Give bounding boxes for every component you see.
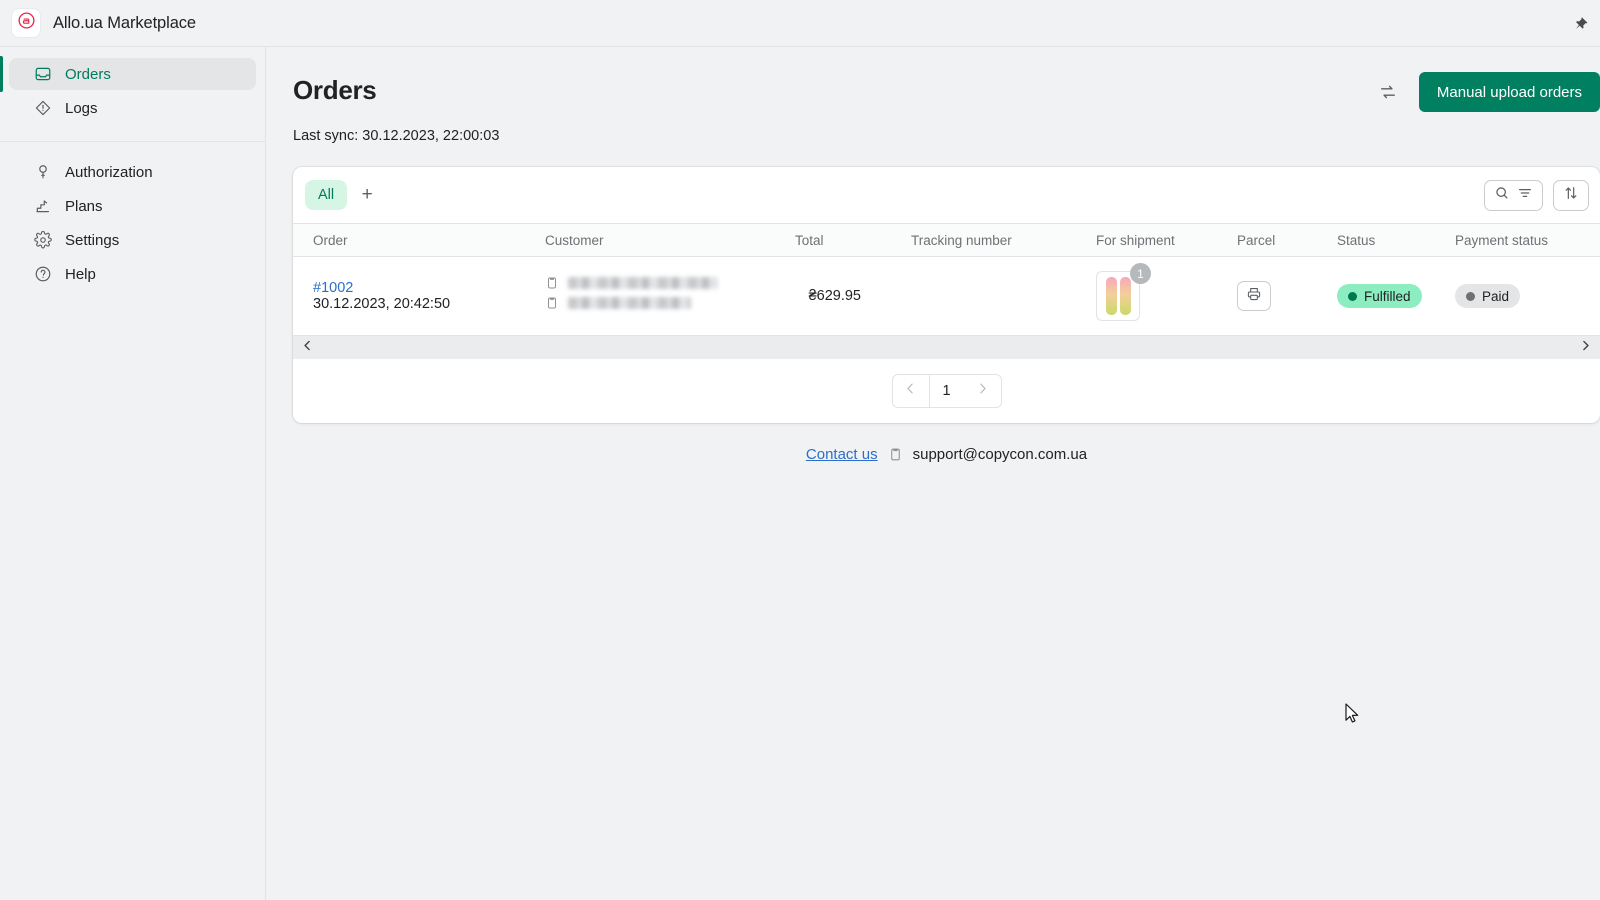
- page-title: Orders: [293, 75, 377, 105]
- cell-order: #1002 30.12.2023, 20:42:50: [293, 257, 537, 336]
- cell-total: ₴629.95: [787, 257, 869, 336]
- sort-arrows-icon: [1563, 185, 1579, 206]
- column-header-parcel: Parcel: [1227, 223, 1327, 257]
- inbox-icon: [33, 64, 53, 84]
- main-content: Orders Manual upload orders Last sync: 3…: [266, 47, 1600, 900]
- customer-contact-redacted: [568, 297, 691, 309]
- pagination-prev-button[interactable]: [891, 374, 930, 408]
- column-header-order: Order: [293, 223, 537, 257]
- order-date: 30.12.2023, 20:42:50: [313, 296, 451, 312]
- printer-icon: [1246, 286, 1262, 306]
- pushpin-icon[interactable]: [1570, 13, 1590, 33]
- orders-card: All + Order Customer Total Tracking numb…: [293, 167, 1600, 423]
- column-header-status: Status: [1327, 223, 1445, 257]
- cell-tracking-number: [869, 257, 1069, 336]
- column-header-for-shipment: For shipment: [1069, 223, 1227, 257]
- copy-clipboard-icon[interactable]: [888, 447, 903, 462]
- column-header-customer: Customer: [537, 223, 787, 257]
- pagination-next-button[interactable]: [963, 374, 1002, 408]
- stairs-chart-icon: [33, 196, 53, 216]
- column-header-tracking: Tracking number: [869, 223, 1069, 257]
- sync-arrows-icon[interactable]: [1375, 79, 1401, 105]
- last-sync-label: Last sync: 30.12.2023, 22:00:03: [293, 128, 500, 144]
- sidebar-item-label: Authorization: [65, 163, 153, 181]
- customer-contact-row: [545, 296, 779, 310]
- cell-for-shipment: 1: [1069, 257, 1227, 336]
- table-row[interactable]: #1002 30.12.2023, 20:42:50 ₴629.95 1 Ful…: [293, 257, 1600, 336]
- question-circle-icon: [33, 264, 53, 284]
- page-header: Orders Manual upload orders: [266, 47, 1600, 112]
- payment-status-label: Paid: [1482, 288, 1510, 304]
- table-header-row: Order Customer Total Tracking number For…: [293, 223, 1600, 257]
- filter-lines-icon: [1517, 185, 1533, 206]
- sidebar-item-logs[interactable]: Logs: [9, 92, 256, 124]
- cell-payment-status: Paid: [1445, 257, 1600, 336]
- sort-button[interactable]: [1553, 180, 1589, 211]
- add-tab-button[interactable]: +: [352, 180, 382, 210]
- column-header-total: Total: [787, 223, 869, 257]
- sidebar-item-orders[interactable]: Orders: [0, 56, 256, 92]
- manual-upload-orders-button[interactable]: Manual upload orders: [1418, 72, 1600, 112]
- sidebar-group-primary: Orders Logs: [0, 56, 265, 124]
- status-dot: [1348, 291, 1357, 301]
- sidebar-item-settings[interactable]: Settings: [9, 224, 256, 256]
- column-header-payment-status: Payment status: [1445, 223, 1600, 257]
- app-title: Allo.ua Marketplace: [53, 13, 197, 32]
- chevron-right-icon[interactable]: [1579, 339, 1592, 357]
- copy-clipboard-icon[interactable]: [545, 276, 559, 290]
- key-icon: [33, 162, 53, 182]
- sidebar-item-label: Plans: [65, 197, 103, 215]
- contact-us-link[interactable]: Contact us: [806, 446, 878, 463]
- search-and-filter-button[interactable]: [1484, 180, 1543, 211]
- horizontal-scrollbar[interactable]: [293, 335, 1600, 359]
- product-image-a: [1105, 277, 1117, 315]
- shipment-count-badge: 1: [1130, 263, 1151, 284]
- cell-parcel: [1227, 257, 1327, 336]
- order-total: ₴629.95: [808, 288, 861, 304]
- sidebar-item-label: Logs: [65, 99, 98, 117]
- sidebar-item-label: Help: [65, 265, 96, 283]
- tab-bar: All +: [293, 167, 1600, 223]
- order-link[interactable]: #1002: [313, 280, 529, 296]
- sidebar-group-secondary: Authorization Plans Settings Help: [0, 156, 265, 290]
- orders-table: Order Customer Total Tracking number For…: [293, 223, 1600, 335]
- payment-status-badge: Paid: [1455, 284, 1521, 308]
- tab-all[interactable]: All: [305, 180, 348, 210]
- cell-status: Fulfilled: [1327, 257, 1445, 336]
- chevron-left-icon: [903, 381, 918, 401]
- product-image-b: [1119, 277, 1131, 315]
- footer: Contact us support@copycon.com.ua: [293, 446, 1600, 463]
- search-icon: [1494, 185, 1510, 206]
- chevron-left-icon[interactable]: [301, 339, 314, 357]
- sidebar-item-label: Orders: [65, 65, 111, 83]
- app-logo: [12, 9, 40, 37]
- sidebar-item-authorization[interactable]: Authorization: [9, 156, 256, 188]
- alert-diamond-icon: [33, 98, 53, 118]
- gear-icon: [33, 230, 53, 250]
- mouse-cursor: [1345, 703, 1360, 730]
- allo-logo-icon: [17, 11, 36, 35]
- chevron-right-icon: [975, 381, 990, 401]
- shipment-thumbnail-wrap[interactable]: 1: [1096, 263, 1151, 321]
- print-parcel-button[interactable]: [1237, 281, 1271, 311]
- pagination-current-page[interactable]: 1: [929, 374, 964, 408]
- active-accent-bar: [0, 56, 3, 92]
- cell-customer: [537, 257, 787, 336]
- support-email: support@copycon.com.ua: [912, 446, 1088, 463]
- header-actions: Manual upload orders: [1375, 72, 1600, 112]
- sidebar: Orders Logs Authorization Plans Settings…: [0, 47, 266, 900]
- status-label: Fulfilled: [1364, 288, 1411, 304]
- tab-bar-actions: [1484, 180, 1589, 211]
- pagination: 1: [293, 359, 1600, 423]
- customer-name-row: [545, 276, 779, 290]
- top-bar: Allo.ua Marketplace: [0, 0, 1600, 47]
- sidebar-item-plans[interactable]: Plans: [9, 190, 256, 222]
- payment-status-dot: [1466, 291, 1475, 301]
- sidebar-divider: [0, 141, 265, 142]
- sidebar-item-label: Settings: [65, 231, 120, 249]
- status-badge: Fulfilled: [1337, 284, 1422, 308]
- customer-name-redacted: [568, 277, 718, 289]
- copy-clipboard-icon[interactable]: [545, 296, 559, 310]
- sidebar-item-help[interactable]: Help: [9, 258, 256, 290]
